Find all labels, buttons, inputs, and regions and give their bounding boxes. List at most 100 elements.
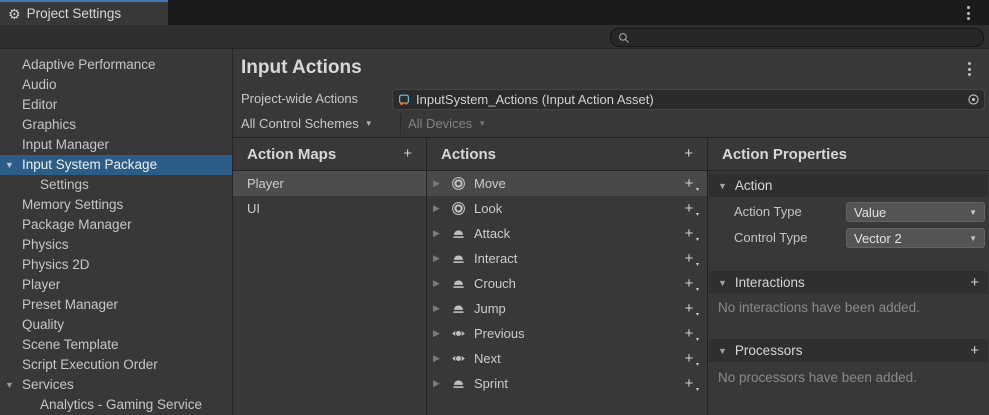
action-row-attack[interactable]: ▶ Attack +▾ (427, 221, 707, 246)
processors-empty-message: No processors have been added. (718, 370, 917, 385)
sidebar-item-adaptive-performance[interactable]: ▼Adaptive Performance (0, 55, 232, 75)
foldout-open-icon[interactable]: ▼ (5, 155, 14, 175)
add-binding-button[interactable]: +▾ (681, 225, 697, 242)
sidebar-item-label: Editor (22, 97, 57, 112)
add-interaction-button[interactable]: + (970, 275, 979, 290)
action-label: Move (474, 176, 673, 191)
action-map-row-player[interactable]: Player (233, 171, 426, 196)
disclosure-triangle-icon[interactable]: ▶ (433, 228, 443, 239)
page-menu-kebab-icon[interactable] (968, 62, 971, 76)
interactions-foldout[interactable]: ▼ Interactions + (709, 271, 988, 294)
add-binding-button[interactable]: +▾ (681, 300, 697, 317)
action-label: Attack (474, 226, 673, 241)
action-row-next[interactable]: ▶ Next+▾ (427, 346, 707, 371)
sidebar-item-graphics[interactable]: ▼Graphics (0, 115, 232, 135)
action-type-dropdown[interactable]: Value ▼ (846, 202, 985, 222)
sidebar-item-physics[interactable]: ▼Physics (0, 235, 232, 255)
button-icon (451, 251, 466, 266)
sidebar-item-physics-2d[interactable]: ▼Physics 2D (0, 255, 232, 275)
sidebar-item-label: Script Execution Order (22, 357, 158, 372)
action-maps-panel: Action Maps + PlayerUI (233, 138, 427, 415)
disclosure-triangle-icon[interactable]: ▶ (433, 303, 443, 314)
sidebar-item-package-manager[interactable]: ▼Package Manager (0, 215, 232, 235)
add-binding-button[interactable]: +▾ (681, 350, 697, 367)
sidebar-item-label: Input Manager (22, 137, 109, 152)
button-icon (451, 276, 466, 291)
sidebar-item-services[interactable]: ▼ Services (0, 375, 232, 395)
action-label: Previous (474, 326, 673, 341)
foldout-open-icon: ▼ (718, 346, 727, 356)
button-icon (451, 301, 466, 316)
add-processor-button[interactable]: + (970, 343, 979, 358)
axis-icon (451, 326, 466, 341)
add-action-map-button[interactable]: + (403, 146, 412, 161)
sidebar-item-quality[interactable]: ▼Quality (0, 315, 232, 335)
search-input[interactable] (635, 31, 976, 45)
add-binding-button[interactable]: +▾ (681, 275, 697, 292)
action-row-previous[interactable]: ▶ Previous +▾ (427, 321, 707, 346)
add-binding-button[interactable]: +▾ (681, 250, 697, 267)
button-icon (451, 251, 466, 266)
action-row-crouch[interactable]: ▶ Crouch+▾ (427, 271, 707, 296)
disclosure-triangle-icon[interactable]: ▶ (433, 328, 443, 339)
sidebar-item-input-manager[interactable]: ▼Input Manager (0, 135, 232, 155)
sidebar-item-input-system-package[interactable]: ▼Input System Package (0, 155, 232, 175)
sidebar-item-label: Settings (40, 177, 89, 192)
sidebar-item-settings[interactable]: ▼Settings (0, 175, 232, 195)
sidebar-item-player[interactable]: ▼Player (0, 275, 232, 295)
action-foldout[interactable]: ▼ Action (709, 174, 988, 197)
object-picker-icon[interactable] (967, 93, 980, 106)
sidebar-item-script-execution-order[interactable]: ▼Script Execution Order (0, 355, 232, 375)
project-wide-actions-label: Project-wide Actions (241, 91, 358, 106)
tab-project-settings[interactable]: ⚙ Project Settings (0, 0, 168, 25)
foldout-open-icon: ▼ (718, 278, 727, 288)
add-binding-button[interactable]: +▾ (681, 325, 697, 342)
add-binding-button[interactable]: +▾ (681, 175, 697, 192)
button-icon (451, 376, 466, 391)
actions-header: Actions + (427, 138, 707, 171)
sidebar-item-label: Physics (22, 237, 69, 252)
action-type-label: Action Type (734, 202, 802, 222)
foldout-open-icon: ▼ (718, 181, 727, 191)
project-settings-window: ⚙ Project Settings ▼Adaptive Performance… (0, 0, 989, 415)
control-type-dropdown[interactable]: Vector 2 ▼ (846, 228, 985, 248)
foldout-open-icon[interactable]: ▼ (5, 375, 14, 395)
input-action-asset-field[interactable]: InputSystem_Actions (Input Action Asset) (392, 89, 985, 110)
action-map-row-ui[interactable]: UI (233, 196, 426, 221)
page-header: Input Actions (233, 49, 989, 88)
action-row-look[interactable]: ▶ Look+▾ (427, 196, 707, 221)
sidebar-item-preset-manager[interactable]: ▼Preset Manager (0, 295, 232, 315)
window-menu-kebab-icon[interactable] (967, 6, 970, 20)
sidebar-item-memory-settings[interactable]: ▼Memory Settings (0, 195, 232, 215)
input-actions-page: Input Actions Project-wide Actions Input… (233, 49, 989, 415)
disclosure-triangle-icon[interactable]: ▶ (433, 253, 443, 264)
action-maps-header: Action Maps + (233, 138, 426, 171)
action-row-jump[interactable]: ▶ Jump+▾ (427, 296, 707, 321)
disclosure-triangle-icon[interactable]: ▶ (433, 378, 443, 389)
action-row-move[interactable]: ▶ Move +▾ (427, 171, 707, 196)
sidebar-item-label: Preset Manager (22, 297, 118, 312)
sidebar-item-analytics-gaming-service[interactable]: ▼Analytics - Gaming Service (0, 395, 232, 415)
control-schemes-dropdown[interactable]: All Control Schemes ▼ (241, 116, 373, 131)
disclosure-triangle-icon[interactable]: ▶ (433, 353, 443, 364)
control-schemes-toolbar: All Control Schemes ▼ All Devices ▼ (233, 112, 989, 138)
sidebar-item-audio[interactable]: ▼Audio (0, 75, 232, 95)
button-icon (451, 301, 466, 316)
add-binding-button[interactable]: +▾ (681, 200, 697, 217)
add-binding-button[interactable]: +▾ (681, 375, 697, 392)
action-row-sprint[interactable]: ▶ Sprint+▾ (427, 371, 707, 396)
action-row-interact[interactable]: ▶ Interact+▾ (427, 246, 707, 271)
sidebar-item-label: Memory Settings (22, 197, 123, 212)
add-action-button[interactable]: + (684, 146, 693, 161)
stick-icon (451, 176, 466, 191)
stick-icon (451, 176, 466, 191)
disclosure-triangle-icon[interactable]: ▶ (433, 203, 443, 214)
disclosure-triangle-icon[interactable]: ▶ (433, 278, 443, 289)
sidebar-item-editor[interactable]: ▼Editor (0, 95, 232, 115)
disclosure-triangle-icon[interactable]: ▶ (433, 178, 443, 189)
search-field[interactable] (610, 28, 984, 47)
sidebar-item-scene-template[interactable]: ▼Scene Template (0, 335, 232, 355)
sidebar-item-label: Services (22, 377, 74, 392)
chevron-down-icon: ▼ (478, 119, 486, 128)
processors-foldout[interactable]: ▼ Processors + (709, 339, 988, 362)
